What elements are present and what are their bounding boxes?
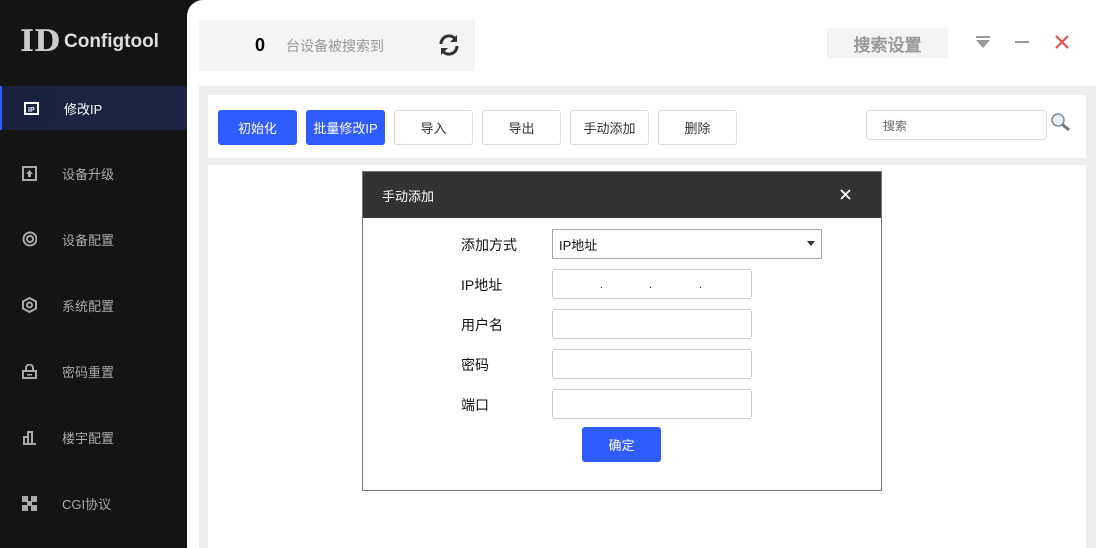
app-logo: ID Configtool	[20, 24, 159, 60]
initialize-button[interactable]: 初始化	[218, 110, 297, 145]
confirm-button[interactable]: 确定	[582, 427, 661, 462]
manual-add-dialog: 手动添加 添加方式 IP地址 IP地址 ... 用户名 密码 端口 确定	[362, 171, 882, 491]
batch-modify-ip-button[interactable]: 批量修改IP	[306, 110, 385, 145]
ip-label: IP地址	[461, 277, 503, 293]
upgrade-icon	[22, 165, 37, 181]
sidebar-item-label: 密码重置	[62, 364, 115, 380]
export-button[interactable]: 导出	[482, 110, 561, 145]
grid-icon	[22, 495, 37, 511]
building-icon	[22, 430, 37, 445]
username-field[interactable]	[552, 309, 752, 339]
svg-text:IP: IP	[28, 107, 35, 114]
sidebar-item-device-upgrade[interactable]: 设备升级	[0, 151, 187, 195]
password-label: 密码	[461, 357, 489, 373]
import-button[interactable]: 导入	[394, 110, 473, 145]
device-count-label: 台设备被搜索到	[286, 37, 384, 54]
refresh-icon[interactable]	[437, 33, 461, 62]
app-name: Configtool	[64, 31, 159, 52]
logo-icon: ID	[20, 24, 61, 59]
minimize-icon[interactable]	[1015, 32, 1029, 54]
add-mode-select[interactable]: IP地址	[552, 229, 822, 259]
close-icon[interactable]	[1055, 32, 1069, 54]
password-field[interactable]	[552, 349, 752, 379]
manual-add-button[interactable]: 手动添加	[570, 110, 649, 145]
dialog-title: 手动添加	[382, 188, 435, 204]
ip-icon: IP	[24, 101, 39, 116]
sidebar-item-building-config[interactable]: 楼宇配置	[0, 415, 187, 459]
sidebar-item-label: 设备升级	[62, 166, 115, 182]
device-count: 0	[255, 35, 266, 55]
dialog-close-icon[interactable]	[840, 185, 851, 205]
add-mode-label: 添加方式	[461, 237, 517, 253]
sidebar-item-password-reset[interactable]: 密码重置	[0, 349, 187, 393]
target-icon	[22, 231, 37, 247]
dialog-header: 手动添加	[363, 172, 881, 218]
hexagon-settings-icon	[22, 297, 37, 313]
sidebar-item-modify-ip[interactable]: IP 修改IP	[0, 86, 187, 130]
port-label: 端口	[461, 397, 489, 413]
device-counter: 0 台设备被搜索到	[199, 20, 475, 71]
search-settings-button[interactable]: 搜索设置	[827, 28, 948, 58]
sidebar-item-device-config[interactable]: 设备配置	[0, 217, 187, 261]
toolbar: 初始化 批量修改IP 导入 导出 手动添加 删除 搜索	[208, 95, 1086, 158]
sidebar-item-label: 系统配置	[62, 298, 115, 314]
sidebar-item-label: 楼宇配置	[62, 430, 115, 446]
sidebar-item-label: 设备配置	[62, 232, 115, 248]
sidebar: ID Configtool IP 修改IP 设备升级 设备配置 系统配置 密码重…	[0, 0, 187, 548]
delete-button[interactable]: 删除	[658, 110, 737, 145]
port-field[interactable]	[552, 389, 752, 419]
username-label: 用户名	[461, 317, 503, 333]
sidebar-item-label: CGI协议	[62, 496, 112, 512]
add-mode-value: IP地址	[559, 237, 598, 253]
dropdown-menu-icon[interactable]	[975, 32, 991, 54]
search-input[interactable]: 搜索	[866, 110, 1047, 140]
ip-address-field[interactable]: ...	[552, 269, 752, 299]
search-icon[interactable]	[1050, 112, 1072, 135]
sidebar-item-cgi-protocol[interactable]: CGI协议	[0, 481, 187, 525]
sidebar-item-system-config[interactable]: 系统配置	[0, 283, 187, 327]
sidebar-item-label: 修改IP	[64, 101, 103, 117]
lock-icon	[22, 363, 37, 379]
chevron-down-icon	[807, 241, 815, 246]
